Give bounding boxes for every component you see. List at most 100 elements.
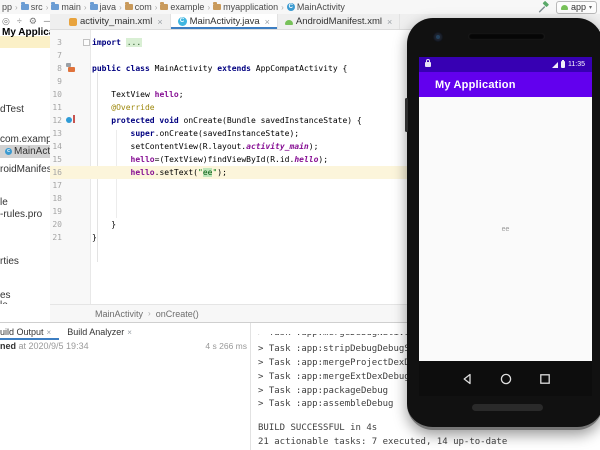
line-number[interactable]: 17 (50, 179, 62, 192)
app-bar-title: My Application (435, 79, 516, 91)
breadcrumb-item[interactable]: com (125, 2, 152, 12)
code-text: } (92, 218, 116, 231)
code-text: TextView hello; (92, 88, 184, 101)
line-number[interactable]: 13 (50, 127, 62, 140)
line-number[interactable]: 9 (50, 75, 62, 88)
run-class-icon[interactable] (66, 63, 78, 74)
tab-activity-main-xml[interactable]: activity_main.xml× (62, 14, 171, 29)
close-icon[interactable]: × (157, 17, 162, 27)
chevron-down-icon: ▾ (589, 4, 592, 11)
locate-icon[interactable]: ◎ (2, 16, 10, 27)
code-text: setContentView(R.layout.activity_main); (92, 140, 318, 153)
code-text: super.onCreate(savedInstanceState); (92, 127, 299, 140)
breadcrumb-item[interactable]: main (51, 2, 81, 12)
override-marker-icon[interactable] (66, 115, 78, 126)
console-line: > Task :app:mergeDebugNativeLibs (258, 334, 431, 338)
tree-item-label: -rules.pro (0, 209, 42, 220)
code-text: hello=(TextView)findViewById(R.id.hello)… (92, 153, 328, 166)
collapse-all-icon[interactable]: ÷ (17, 16, 22, 27)
tab-label: AndroidManifest.xml (296, 16, 382, 27)
project-panel: ◎ ÷ ⚙ ─ My Application] dTestcom.example… (0, 14, 51, 322)
breadcrumb-item[interactable]: java (90, 2, 117, 12)
line-number[interactable]: 16 (50, 166, 62, 179)
sidebar-item-rties[interactable]: rties (0, 255, 50, 268)
breadcrumb-label: src (31, 2, 43, 12)
tab-label: MainActivity.java (190, 16, 260, 27)
tab-build-analyzer[interactable]: Build Analyzer× (59, 324, 140, 340)
breadcrumb-item[interactable]: CMainActivity (287, 2, 345, 12)
breadcrumb-item[interactable]: src (21, 2, 43, 12)
status-bar: 11:35 (419, 57, 592, 72)
sidebar-item--rules-pro[interactable]: -rules.pro (0, 208, 50, 221)
tab-build-output[interactable]: Build Output× (0, 324, 59, 340)
app-bar: My Application (419, 72, 592, 97)
console-line: BUILD SUCCESSFUL in 4s (258, 423, 377, 433)
breadcrumb-item[interactable]: myapplication (213, 2, 278, 12)
code-text: hello.setText("ee"); (92, 166, 227, 179)
line-number[interactable]: 12 (50, 114, 62, 127)
bottom-speaker (472, 404, 543, 411)
sidebar-item-dtest[interactable]: dTest (0, 103, 50, 116)
breadcrumb-item[interactable]: pp (2, 2, 12, 12)
code-text: public class MainActivity extends AppCom… (92, 62, 347, 75)
line-number[interactable]: 8 (50, 62, 62, 75)
back-button[interactable] (461, 373, 473, 385)
breadcrumb-class[interactable]: MainActivity (95, 309, 143, 319)
tree-item-label: com.example.myap (0, 134, 51, 145)
tab-mainactivity-java[interactable]: CMainActivity.java× (171, 14, 278, 29)
line-number[interactable]: 14 (50, 140, 62, 153)
breadcrumb-label: main (61, 2, 81, 12)
package-icon (125, 4, 133, 10)
build-panel-tabs: Build Output×Build Analyzer× (0, 324, 140, 340)
breadcrumb-separator: › (15, 3, 18, 12)
line-number[interactable]: 21 (50, 231, 62, 244)
build-hammer-icon[interactable] (538, 1, 550, 13)
earpiece-speaker (468, 33, 545, 40)
line-number[interactable]: 18 (50, 192, 62, 205)
home-button[interactable] (500, 373, 512, 385)
fold-marker-icon[interactable] (83, 39, 90, 46)
line-number[interactable]: 3 (50, 36, 62, 49)
android-icon (561, 5, 568, 10)
line-number[interactable]: 11 (50, 101, 62, 114)
breadcrumb-method[interactable]: onCreate() (156, 309, 199, 319)
manifest-file-icon (285, 20, 293, 25)
line-number[interactable]: 15 (50, 153, 62, 166)
app-content: ee (419, 97, 592, 361)
android-studio-window: pp›src›main›java›com›example›myapplicati… (0, 0, 600, 450)
close-icon[interactable]: × (387, 17, 392, 27)
project-root-node[interactable]: My Application] (2, 27, 51, 38)
breadcrumb-label: MainActivity (297, 2, 345, 12)
tab-label: Build Output (0, 327, 44, 337)
breadcrumb-label: myapplication (223, 2, 278, 12)
run-config-dropdown[interactable]: app ▾ (556, 1, 597, 14)
breadcrumb-item[interactable]: example (160, 2, 204, 12)
class-icon: c (5, 148, 12, 155)
console-line: > Task :app:assembleDebug (258, 399, 393, 409)
sidebar-item-roidmanifest-xml[interactable]: roidManifest.xml (0, 163, 50, 176)
emulator-frame: 11:35 My Application ee (407, 18, 600, 430)
breadcrumb-label: pp (2, 2, 12, 12)
settings-icon[interactable]: ⚙ (29, 16, 37, 27)
line-number[interactable]: 10 (50, 88, 62, 101)
line-number[interactable]: 7 (50, 49, 62, 62)
run-controls: app ▾ (538, 1, 600, 14)
line-number[interactable]: 20 (50, 218, 62, 231)
tree-item-label: roidManifest.xml (0, 164, 51, 175)
breadcrumb-separator: › (46, 3, 49, 12)
line-number[interactable]: 19 (50, 205, 62, 218)
close-icon[interactable]: × (47, 328, 52, 337)
console-line: > Task :app:mergeProjectDexDebug (258, 358, 431, 368)
close-icon[interactable]: × (265, 17, 270, 27)
recents-button[interactable] (539, 373, 551, 385)
close-icon[interactable]: × (127, 328, 132, 337)
chevron-right-icon: › (148, 309, 151, 318)
breadcrumb-label: example (170, 2, 204, 12)
sidebar-item-mainactivity[interactable]: cMainActivity (0, 145, 50, 158)
folder-icon (51, 4, 59, 10)
code-text: protected void onCreate(Bundle savedInst… (92, 114, 362, 127)
class-icon: C (287, 3, 295, 11)
folder-icon (90, 4, 98, 10)
emulator-screen[interactable]: 11:35 My Application ee (419, 57, 592, 396)
tab-androidmanifest-xml[interactable]: AndroidManifest.xml × (278, 14, 400, 29)
